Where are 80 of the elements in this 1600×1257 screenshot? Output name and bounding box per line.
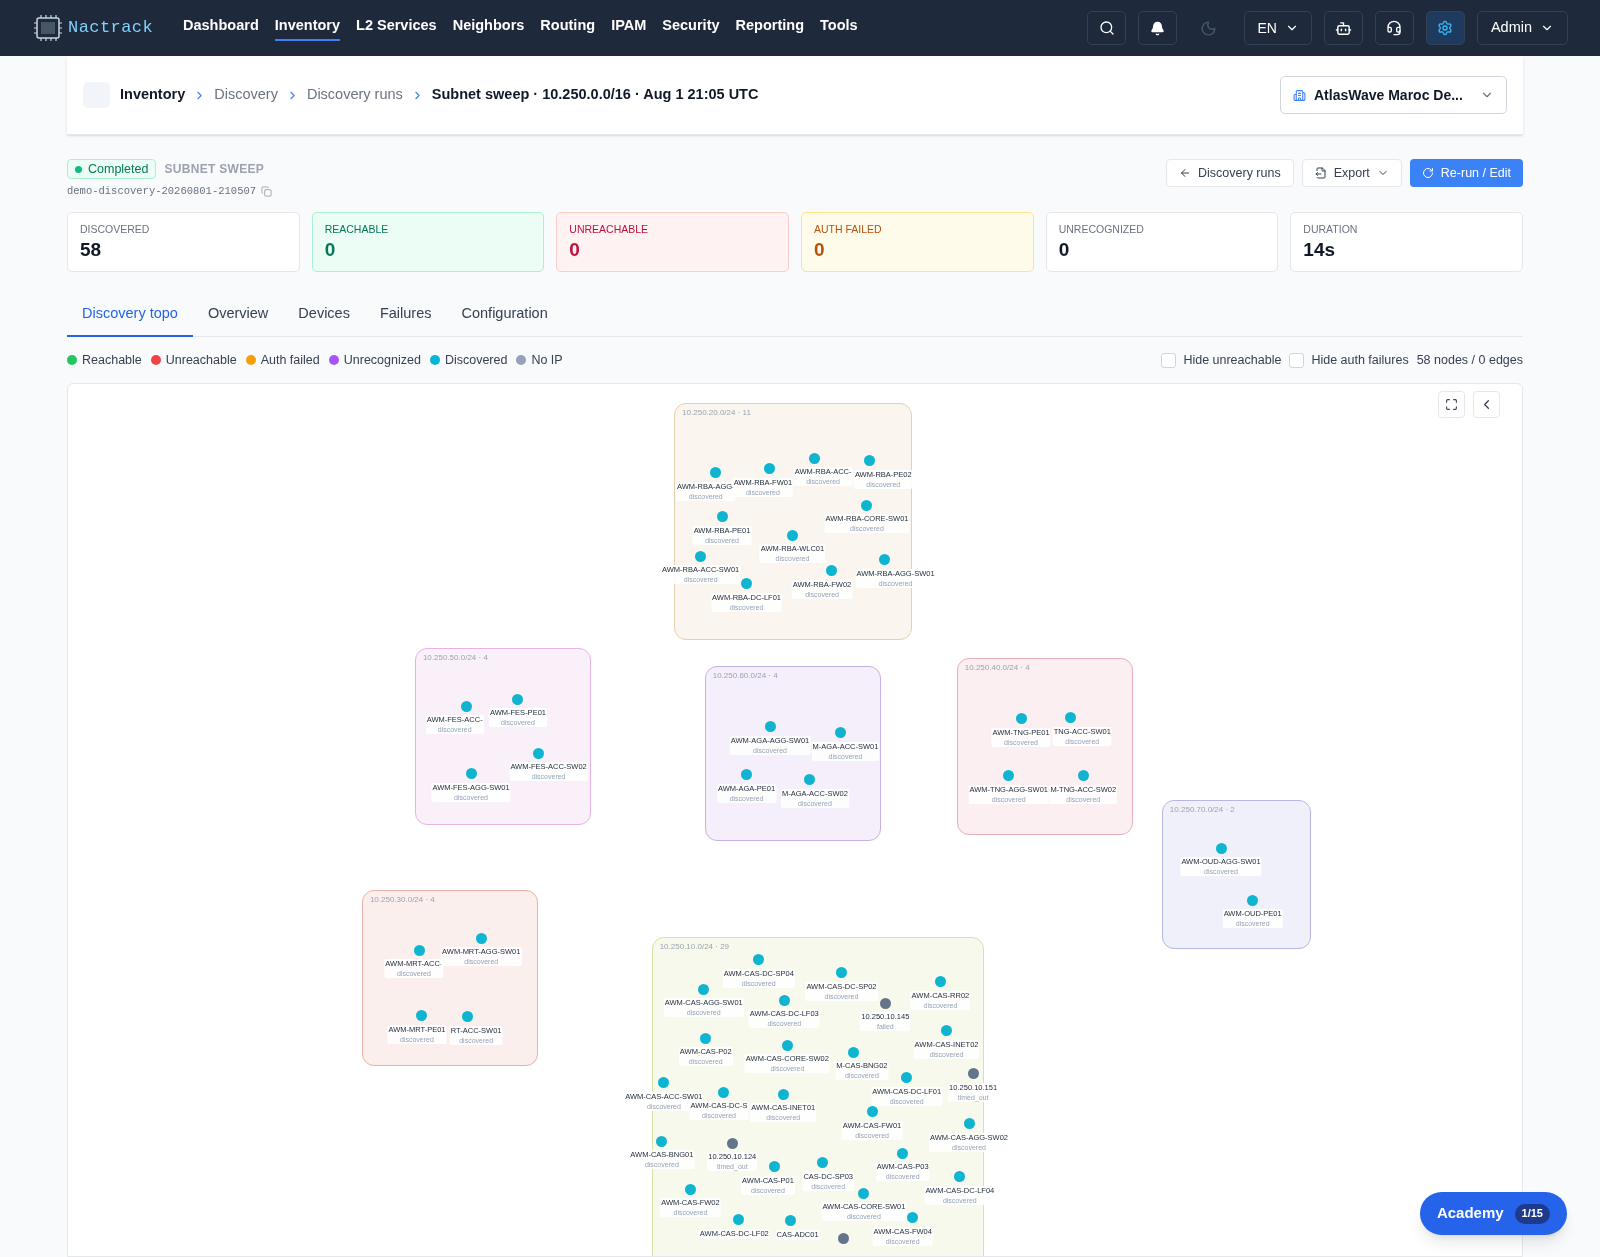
subnet-label: 10.250.60.0/24 · 4 xyxy=(712,669,778,682)
assistant-button[interactable] xyxy=(1323,11,1363,45)
breadcrumb-link[interactable]: Inventory xyxy=(120,84,186,106)
copy-icon[interactable] xyxy=(261,186,273,198)
language-dropdown[interactable]: EN xyxy=(1244,11,1312,45)
status-badge: Completed xyxy=(67,159,157,179)
checkbox[interactable] xyxy=(1289,352,1305,368)
progress-badge: 1/15 xyxy=(1514,1203,1550,1224)
subnet-label: 10.250.30.0/24 · 4 xyxy=(369,894,435,907)
user-menu[interactable]: Admin xyxy=(1476,11,1568,45)
legend-label: Discovered xyxy=(444,351,508,369)
file-icon xyxy=(1314,167,1327,179)
checkbox-label: Hide auth failures xyxy=(1311,351,1409,369)
nav-link[interactable]: Security xyxy=(662,15,720,41)
graph-count: 58 nodes / 0 edges xyxy=(1416,351,1523,369)
tab[interactable]: Configuration xyxy=(446,292,563,337)
stat-label: DISCOVERED xyxy=(80,223,151,235)
fullscreen-button[interactable] xyxy=(1438,391,1465,418)
bell-icon xyxy=(1150,20,1166,36)
tab[interactable]: Discovery topo xyxy=(67,292,193,337)
chip-logo-icon xyxy=(32,13,64,43)
nav-link[interactable]: Dashboard xyxy=(183,15,259,41)
export-dropdown[interactable]: Export xyxy=(1301,159,1402,187)
checkbox-label: Hide unreachable xyxy=(1183,351,1282,369)
stat-value: 14s xyxy=(1303,238,1337,262)
subnet-label: 10.250.40.0/24 · 4 xyxy=(964,662,1030,675)
refresh-icon xyxy=(1421,167,1434,179)
checkbox[interactable] xyxy=(1161,352,1177,368)
rerun-button[interactable]: Re-run / Edit xyxy=(1409,159,1523,187)
stat-value: 0 xyxy=(1058,238,1071,262)
subnet-label: 10.250.70.0/24 · 2 xyxy=(1169,804,1235,817)
legend-label: Unrecognized xyxy=(343,351,421,369)
run-id: demo-discovery-20260801-210507 xyxy=(67,184,257,199)
stat-label: REACHABLE xyxy=(324,223,390,235)
stat-label: DURATION xyxy=(1303,223,1359,235)
breadcrumb-link[interactable]: Discovery runs xyxy=(306,84,403,106)
moon-icon xyxy=(1200,19,1218,37)
stat-label: AUTH FAILED xyxy=(814,223,883,235)
search-icon xyxy=(1098,20,1115,36)
nav-link[interactable]: Routing xyxy=(540,15,596,41)
legend-label: No IP xyxy=(531,351,563,369)
robot-icon xyxy=(1334,19,1352,37)
legend-label: Unreachable xyxy=(165,351,237,369)
headset-icon xyxy=(1386,20,1403,36)
settings-button[interactable] xyxy=(1425,11,1465,45)
nav-link[interactable]: IPAM xyxy=(611,15,647,41)
search-button[interactable] xyxy=(1087,11,1127,45)
subnet-label: 10.250.10.0/24 · 29 xyxy=(659,941,730,954)
run-type: SUBNET SWEEP xyxy=(164,161,265,178)
stat-label: UNRECOGNIZED xyxy=(1058,223,1145,235)
subnet-label: 10.250.50.0/24 · 4 xyxy=(422,652,488,665)
tab[interactable]: Overview xyxy=(192,292,284,337)
stat-value: 58 xyxy=(80,238,103,262)
building-icon xyxy=(1293,88,1306,102)
legend-label: Auth failed xyxy=(260,351,320,369)
arrow-left-icon xyxy=(1179,167,1191,179)
stat-value: 0 xyxy=(814,238,826,262)
stat-value: 0 xyxy=(324,238,337,262)
back-button[interactable]: Discovery runs xyxy=(1166,159,1294,187)
academy-button[interactable]: Academy 1/15 xyxy=(1419,1192,1567,1235)
tab[interactable]: Devices xyxy=(283,292,365,337)
collapse-button[interactable] xyxy=(1473,391,1500,418)
nav-link[interactable]: Neighbors xyxy=(452,15,525,41)
fullscreen-icon xyxy=(1445,398,1458,411)
nav-link[interactable]: Tools xyxy=(820,15,858,41)
notifications-button[interactable] xyxy=(1138,11,1178,45)
legend-label: Reachable xyxy=(82,351,142,369)
support-button[interactable] xyxy=(1374,11,1414,45)
breadcrumb-link[interactable]: Discovery xyxy=(214,84,278,106)
stat-value: 0 xyxy=(569,238,581,262)
app-name: Nactrack xyxy=(68,17,153,40)
nav-link[interactable]: Reporting xyxy=(735,15,804,41)
stat-label: UNREACHABLE xyxy=(569,223,650,235)
settings-icon xyxy=(1437,20,1454,36)
nav-link[interactable]: Inventory xyxy=(274,15,341,41)
breadcrumb-link[interactable]: Subnet sweep · 10.250.0.0/16 · Aug 1 21:05 UTC xyxy=(431,84,759,106)
subnet-label: 10.250.20.0/24 · 11 xyxy=(682,407,751,420)
site-dropdown[interactable]: AtlasWave Maroc De... xyxy=(1280,76,1507,114)
tab[interactable]: Failures xyxy=(364,292,447,337)
nav-link[interactable]: L2 Services xyxy=(356,15,437,41)
